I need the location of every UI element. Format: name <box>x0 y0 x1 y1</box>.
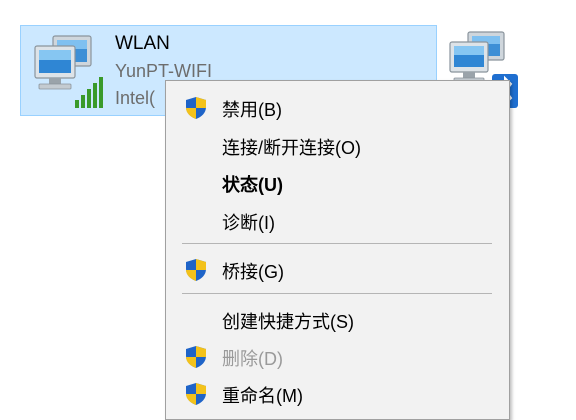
uac-shield-icon <box>186 346 206 368</box>
menu-item-disable[interactable]: 禁用(B) <box>166 89 509 125</box>
menu-item-connect-disconnect[interactable]: 连接/断开连接(O) <box>166 127 509 163</box>
menu-item-diagnose[interactable]: 诊断(I) <box>166 202 509 238</box>
menu-item-label: 连接/断开连接(O) <box>222 138 361 158</box>
menu-item-status[interactable]: 状态(U) <box>166 164 509 200</box>
menu-item-delete[interactable]: 删除(D) <box>166 338 509 374</box>
menu-item-rename[interactable]: 重命名(M) <box>166 375 509 411</box>
uac-shield-icon <box>186 383 206 405</box>
menu-item-create-shortcut[interactable]: 创建快捷方式(S) <box>166 301 509 337</box>
menu-item-bridge[interactable]: 桥接(G) <box>166 251 509 287</box>
menu-item-label: 桥接(G) <box>222 262 284 282</box>
menu-item-label: 创建快捷方式(S) <box>222 312 354 332</box>
menu-separator <box>182 293 492 294</box>
wireless-network-adapter-icon <box>34 35 103 108</box>
adapter-device: Intel( <box>115 88 156 108</box>
uac-shield-icon <box>186 97 206 119</box>
menu-item-label: 删除(D) <box>222 349 283 369</box>
menu-item-label: 状态(U) <box>222 175 283 195</box>
menu-item-label: 重命名(M) <box>222 386 303 406</box>
context-menu: 禁用(B) 连接/断开连接(O) 状态(U) 诊断(I) 桥接(G) 创建快捷方… <box>165 80 510 420</box>
uac-shield-icon <box>186 259 206 281</box>
adapter-ssid: YunPT-WIFI <box>115 61 213 81</box>
menu-item-label: 诊断(I) <box>222 213 275 233</box>
menu-item-label: 禁用(B) <box>222 100 282 120</box>
adapter-name: WLAN <box>115 33 170 54</box>
menu-separator <box>182 243 492 244</box>
